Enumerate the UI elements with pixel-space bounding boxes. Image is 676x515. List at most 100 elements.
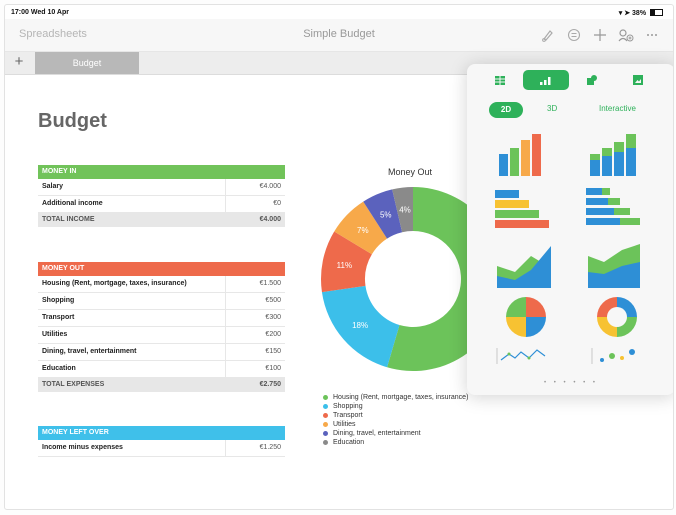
total-row[interactable]: TOTAL EXPENSES €2.750	[38, 378, 285, 392]
row-label: Utilities	[42, 331, 68, 338]
tab-shape[interactable]	[569, 70, 615, 90]
column-divider	[225, 310, 226, 326]
column-divider	[225, 361, 226, 377]
segment-interactive[interactable]: Interactive	[599, 104, 636, 113]
money-in-header[interactable]: MONEY IN	[38, 165, 285, 179]
tab-budget[interactable]: Budget	[35, 52, 139, 74]
table-row[interactable]: Additional income €0	[38, 196, 285, 213]
column-divider	[225, 440, 226, 456]
bubble-chart-thumbnail[interactable]	[582, 346, 652, 366]
status-right: ▾ ➤ 38%	[619, 9, 663, 17]
legend-item[interactable]: Education	[323, 438, 468, 447]
tab-media[interactable]	[615, 70, 661, 90]
brush-icon[interactable]	[535, 25, 561, 45]
chart-legend[interactable]: Housing (Rent, mortgage, taxes, insuranc…	[323, 393, 468, 447]
money-left-header[interactable]: MONEY LEFT OVER	[38, 426, 285, 440]
bar-chart-thumbnail[interactable]	[491, 184, 561, 230]
legend-label: Dining, travel, entertainment	[333, 430, 421, 437]
add-sheet-button[interactable]: +	[11, 54, 27, 70]
total-row[interactable]: TOTAL INCOME €4.000	[38, 213, 285, 227]
collaborate-icon[interactable]	[613, 25, 639, 45]
stacked-bar-chart-thumbnail[interactable]	[582, 184, 652, 230]
column-divider	[225, 293, 226, 309]
stacked-column-chart-thumbnail[interactable]	[582, 130, 652, 176]
money-out-table[interactable]: MONEY OUT Housing (Rent, mortgage, taxes…	[38, 262, 285, 392]
legend-item[interactable]: Transport	[323, 411, 468, 420]
legend-label: Education	[333, 439, 365, 446]
legend-swatch	[323, 395, 328, 400]
insert-tabs	[477, 70, 661, 90]
legend-item[interactable]: Utilities	[323, 420, 468, 429]
toolbar-icons	[535, 25, 665, 45]
slice-label-1: 18%	[352, 321, 368, 330]
total-value: €4.000	[259, 216, 281, 223]
table-row[interactable]: Dining, travel, entertainment €150	[38, 344, 285, 361]
row-value: €150	[265, 348, 281, 355]
money-left-table[interactable]: MONEY LEFT OVER Income minus expenses €1…	[38, 426, 285, 457]
column-divider	[225, 327, 226, 343]
row-value: €500	[265, 297, 281, 304]
legend-item[interactable]: Housing (Rent, mortgage, taxes, insuranc…	[323, 393, 468, 402]
money-out-header[interactable]: MONEY OUT	[38, 262, 285, 276]
money-in-table[interactable]: MONEY IN Salary €4.000 Additional income…	[38, 165, 285, 227]
table-row[interactable]: Salary €4.000	[38, 179, 285, 196]
chart-title[interactable]: Money Out	[365, 167, 455, 177]
column-divider	[225, 344, 226, 360]
tab-table[interactable]	[477, 70, 523, 90]
pie-chart-thumbnail[interactable]	[491, 294, 561, 340]
wifi-icon: ▾	[618, 10, 623, 17]
column-divider	[225, 196, 226, 212]
total-value: €2.750	[259, 381, 281, 388]
segment-3d[interactable]: 3D	[547, 104, 557, 113]
slice-label-3: 7%	[357, 226, 369, 235]
row-value: €100	[265, 365, 281, 372]
row-value: €4.000	[259, 183, 281, 190]
legend-item[interactable]: Dining, travel, entertainment	[323, 429, 468, 438]
column-chart-thumbnail[interactable]	[491, 130, 561, 176]
sheet-title[interactable]: Budget	[38, 110, 107, 133]
row-value: €0	[273, 200, 281, 207]
more-icon[interactable]	[639, 25, 665, 45]
legend-label: Transport	[333, 412, 363, 419]
legend-label: Shopping	[333, 403, 363, 410]
table-row[interactable]: Shopping €500	[38, 293, 285, 310]
status-bar: 17:00 Wed 10 Apr ▾ ➤ 38%	[5, 5, 673, 19]
legend-swatch	[323, 440, 328, 445]
table-row[interactable]: Transport €300	[38, 310, 285, 327]
page-indicator[interactable]: • • • • • •	[467, 380, 673, 386]
legend-swatch	[323, 422, 328, 427]
battery-percent: 38%	[632, 10, 647, 17]
donut-chart-thumbnail[interactable]	[582, 294, 652, 340]
battery-icon	[650, 9, 663, 16]
segment-2d[interactable]: 2D	[489, 102, 523, 118]
table-row[interactable]: Housing (Rent, mortgage, taxes, insuranc…	[38, 276, 285, 293]
chart-popover: 2D 3D Interactive • • • • • •	[467, 64, 673, 395]
slice-label-4: 5%	[380, 211, 392, 220]
legend-swatch	[323, 431, 328, 436]
format-icon[interactable]	[561, 25, 587, 45]
legend-label: Utilities	[333, 421, 356, 428]
legend-item[interactable]: Shopping	[323, 402, 468, 411]
legend-swatch	[323, 413, 328, 418]
row-label: Education	[42, 365, 76, 372]
table-row[interactable]: Income minus expenses €1.250	[38, 440, 285, 457]
row-value: €1.250	[259, 444, 281, 451]
table-row[interactable]: Utilities €200	[38, 327, 285, 344]
stacked-area-chart-thumbnail[interactable]	[582, 242, 652, 288]
row-label: Salary	[42, 183, 64, 190]
tab-chart[interactable]	[523, 70, 569, 90]
scatter-chart-thumbnail[interactable]	[491, 346, 561, 366]
column-divider	[225, 179, 226, 195]
status-time-date: 17:00 Wed 10 Apr	[11, 9, 69, 16]
table-row[interactable]: Education €100	[38, 361, 285, 378]
row-label: Additional income	[42, 200, 103, 207]
plus-icon[interactable]	[587, 25, 613, 45]
row-label: Housing (Rent, mortgage, taxes, insuranc…	[42, 280, 187, 287]
table-icon	[495, 75, 505, 85]
row-label: Shopping	[42, 297, 75, 304]
area-chart-thumbnail[interactable]	[491, 242, 561, 288]
row-label: Income minus expenses	[42, 444, 123, 451]
toolbar: Spreadsheets Simple Budget	[5, 19, 673, 52]
ipad-screen: 17:00 Wed 10 Apr ▾ ➤ 38% Spreadsheets Si…	[4, 4, 674, 510]
total-label: TOTAL EXPENSES	[42, 381, 105, 388]
